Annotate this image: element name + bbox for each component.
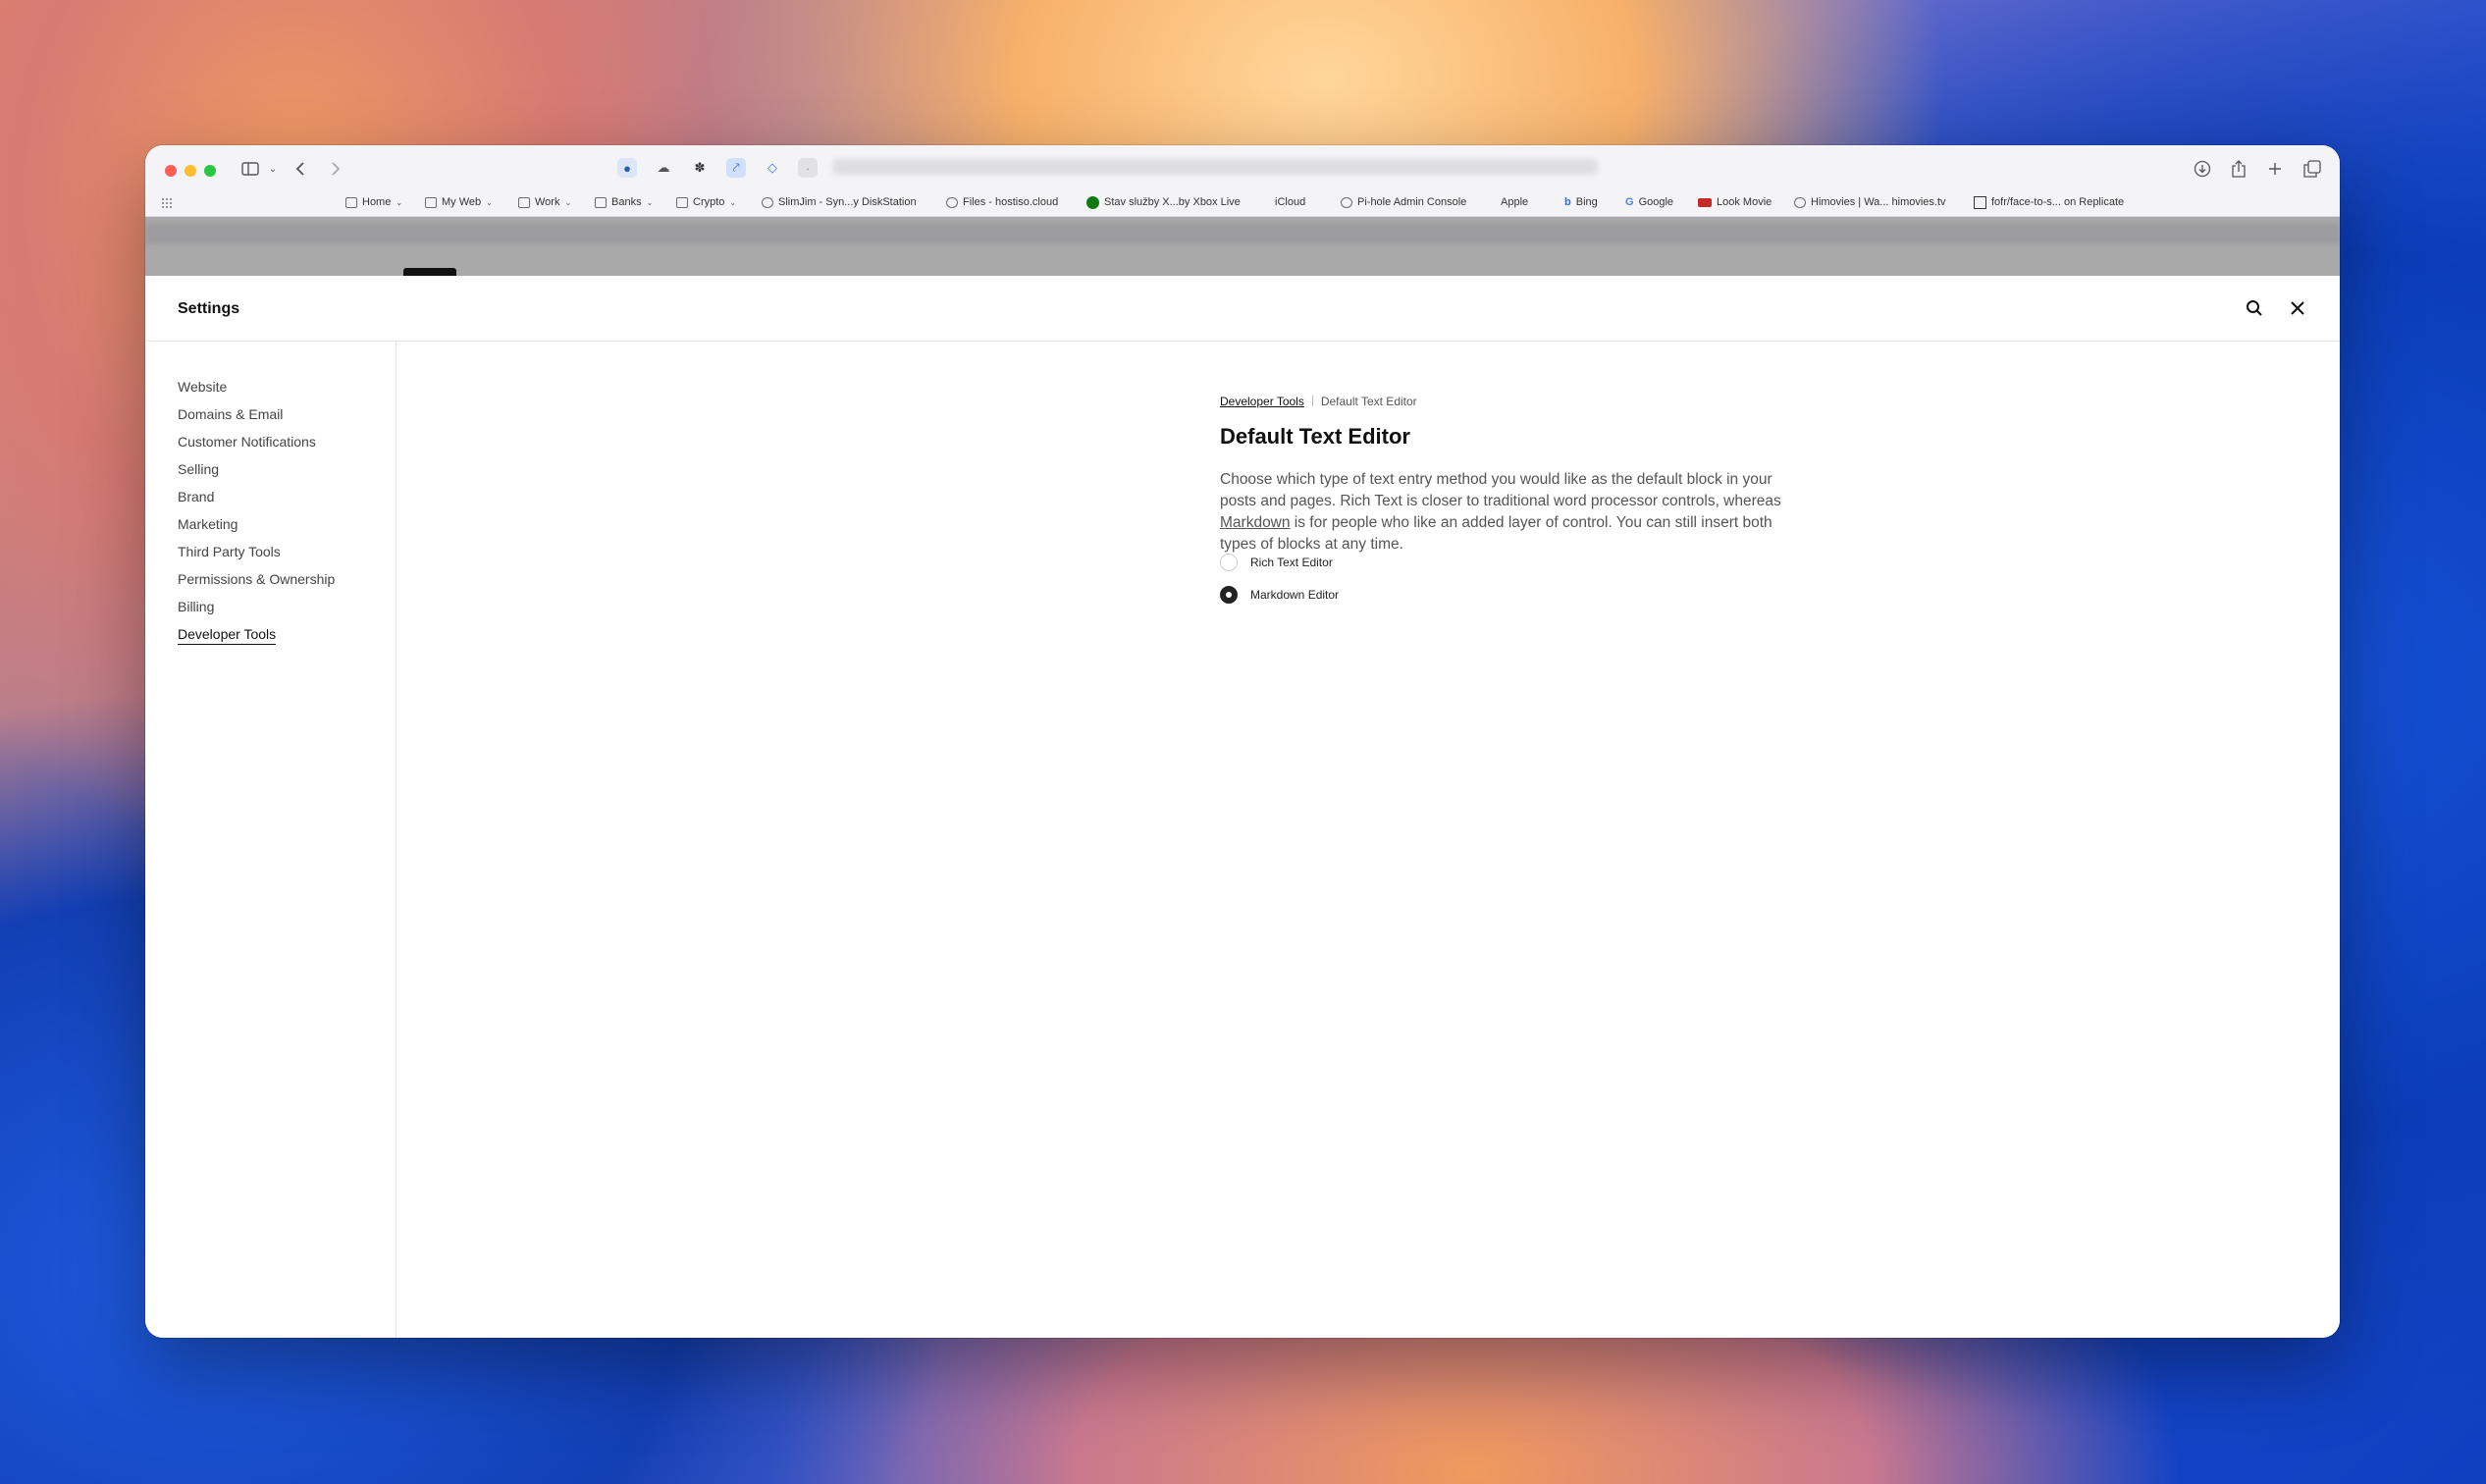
bookmark-look-movie[interactable]: Look Movie (1698, 194, 1772, 210)
back-icon[interactable] (289, 157, 312, 181)
bookmark-apple[interactable]: Apple (1496, 194, 1528, 210)
markdown-label: Markdown Editor (1250, 588, 1340, 602)
chevron-down-icon: ⌄ (396, 197, 403, 207)
bookmark-folder-crypto[interactable]: Crypto ⌄ (676, 194, 736, 210)
bing-icon: b (1564, 196, 1571, 208)
bookmark-himovies[interactable]: Himovies | Wa... himovies.tv (1794, 194, 1946, 210)
chevron-down-icon: ⌄ (486, 197, 493, 207)
close-window-button[interactable] (165, 165, 177, 177)
globe-icon (762, 196, 773, 208)
bookmark-pihole[interactable]: Pi-hole Admin Console (1341, 194, 1466, 210)
nav-item-permissions-ownership[interactable]: Permissions & Ownership (178, 571, 335, 587)
bookmark-files-hostiso[interactable]: Files - hostiso.cloud (946, 194, 1058, 210)
minimize-window-button[interactable] (185, 165, 196, 177)
extension-more-icon[interactable]: · (798, 158, 818, 178)
nav-item-billing[interactable]: Billing (178, 599, 214, 614)
browser-toolbar: ⌄ ● ☁ ✽ ⤤ ◇ · (145, 145, 2340, 188)
address-bar[interactable] (832, 159, 1598, 175)
page-description: Choose which type of text entry method y… (1220, 471, 1781, 553)
google-icon: G (1625, 196, 1634, 208)
folder-icon (595, 196, 607, 208)
chevron-down-icon: ⌄ (564, 197, 572, 207)
background-page-button (403, 268, 456, 276)
breadcrumb-current: Default Text Editor (1320, 395, 1417, 408)
bookmark-icloud[interactable]: iCloud (1270, 194, 1305, 210)
rich-text-radio[interactable] (1220, 554, 1238, 571)
page-title: Default Text Editor (1220, 424, 1410, 449)
sidebar-menu-chevron-icon[interactable]: ⌄ (261, 157, 285, 181)
downloads-icon[interactable] (2191, 157, 2214, 181)
bookmark-folder-work[interactable]: Work ⌄ (518, 194, 571, 210)
breadcrumb: Developer Tools Default Text Editor (1220, 395, 1417, 408)
settings-title: Settings (178, 300, 240, 317)
nav-item-third-party-tools[interactable]: Third Party Tools (178, 544, 281, 559)
sidebar-toggle-icon[interactable] (238, 157, 262, 181)
tab-overview-icon[interactable] (2301, 157, 2324, 181)
settings-header: Settings (145, 277, 2340, 342)
globe-icon (1794, 196, 1806, 208)
search-button[interactable] (2243, 296, 2266, 320)
globe-icon (1341, 196, 1352, 208)
extension-cloud-icon[interactable]: ☁ (654, 158, 673, 178)
settings-sidebar: Website Domains & Email Customer Notific… (145, 342, 397, 1338)
folder-icon (518, 196, 530, 208)
breadcrumb-developer-tools-link[interactable]: Developer Tools (1220, 395, 1304, 408)
extension-link-icon[interactable]: ⤤ (726, 158, 746, 178)
extension-password-icon[interactable]: ● (617, 158, 637, 178)
background-page-overlay (145, 217, 2340, 276)
bookmark-folder-banks[interactable]: Banks ⌄ (595, 194, 653, 210)
bookmark-google[interactable]: G Google (1625, 194, 1673, 210)
settings-panel: Settings Website Domains & Email Custome… (145, 277, 2340, 1338)
globe-icon (946, 196, 958, 208)
nav-item-developer-tools[interactable]: Developer Tools (178, 626, 277, 645)
extension-shield-icon[interactable]: ◇ (763, 158, 782, 178)
markdown-link[interactable]: Markdown (1220, 514, 1291, 531)
folder-icon (676, 196, 688, 208)
zoom-window-button[interactable] (204, 165, 216, 177)
apps-grid-icon[interactable] (161, 196, 173, 214)
nav-item-domains-email[interactable]: Domains & Email (178, 406, 283, 422)
share-icon[interactable] (2227, 157, 2250, 181)
option-rich-text-editor[interactable]: Rich Text Editor (1220, 554, 1333, 571)
new-tab-icon[interactable] (2263, 157, 2287, 181)
option-markdown-editor[interactable]: Markdown Editor (1220, 586, 1339, 604)
folder-icon (345, 196, 357, 208)
chevron-down-icon: ⌄ (729, 197, 737, 207)
close-settings-button[interactable] (2286, 296, 2309, 320)
close-icon (2291, 301, 2304, 315)
nav-item-customer-notifications[interactable]: Customer Notifications (178, 434, 316, 450)
search-icon (2247, 300, 2262, 316)
breadcrumb-separator (1311, 396, 1313, 406)
blurred-tab-strip (145, 223, 2340, 244)
replicate-icon (1974, 195, 1986, 209)
bookmark-bing[interactable]: b Bing (1564, 194, 1598, 210)
bookmarks-bar: Home ⌄ My Web ⌄ Work ⌄ Banks ⌄ Crypto ⌄ SlimJ… (145, 188, 2340, 217)
nav-item-marketing[interactable]: Marketing (178, 516, 238, 532)
bookmark-xbox-status[interactable]: Stav služby X...by Xbox Live (1086, 194, 1241, 210)
folder-icon (425, 196, 437, 208)
forward-icon[interactable] (324, 157, 347, 181)
nav-item-brand[interactable]: Brand (178, 489, 214, 504)
extension-paw-icon[interactable]: ✽ (690, 158, 710, 178)
bookmark-folder-my-web[interactable]: My Web ⌄ (425, 194, 493, 210)
chevron-down-icon: ⌄ (646, 197, 654, 207)
nav-item-website[interactable]: Website (178, 379, 227, 395)
browser-window: ⌄ ● ☁ ✽ ⤤ ◇ · Home ⌄ My Web ⌄ Work ⌄ Ban… (145, 145, 2340, 1338)
bookmark-folder-home[interactable]: Home ⌄ (345, 194, 402, 210)
rich-text-label: Rich Text Editor (1250, 556, 1333, 569)
markdown-radio[interactable] (1220, 586, 1238, 604)
nav-item-selling[interactable]: Selling (178, 461, 219, 477)
look-movie-icon (1698, 197, 1712, 207)
bookmark-replicate[interactable]: fofr/face-to-s... on Replicate (1974, 194, 2124, 210)
bookmark-slimjim[interactable]: SlimJim - Syn...y DiskStation (762, 194, 917, 210)
xbox-icon (1086, 195, 1099, 209)
